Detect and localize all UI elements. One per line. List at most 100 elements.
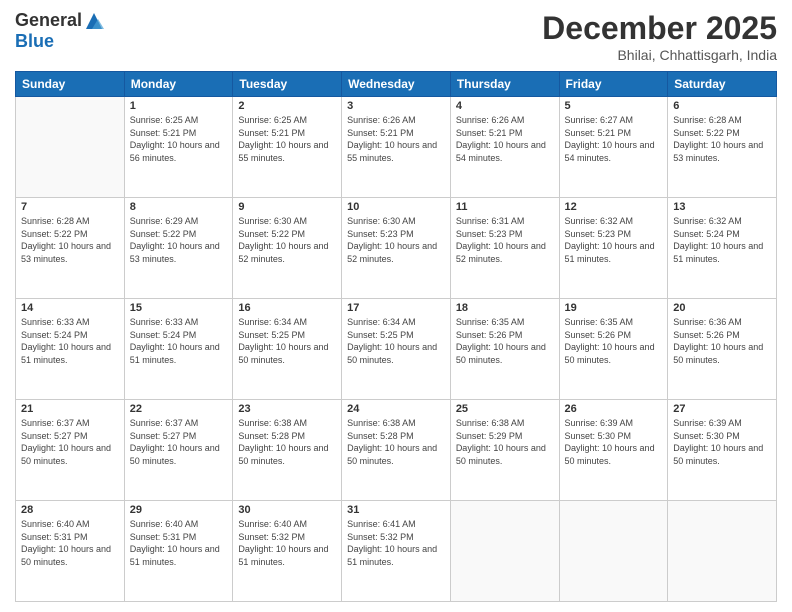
day-info: Sunrise: 6:34 AMSunset: 5:25 PMDaylight:…	[238, 316, 336, 366]
table-row: 17 Sunrise: 6:34 AMSunset: 5:25 PMDayligh…	[342, 299, 451, 400]
col-tuesday: Tuesday	[233, 72, 342, 97]
table-row: 31 Sunrise: 6:41 AMSunset: 5:32 PMDayligh…	[342, 501, 451, 602]
day-info: Sunrise: 6:28 AMSunset: 5:22 PMDaylight:…	[673, 114, 771, 164]
day-number: 20	[673, 302, 771, 314]
day-info: Sunrise: 6:39 AMSunset: 5:30 PMDaylight:…	[673, 417, 771, 467]
day-info: Sunrise: 6:25 AMSunset: 5:21 PMDaylight:…	[238, 114, 336, 164]
day-info: Sunrise: 6:37 AMSunset: 5:27 PMDaylight:…	[21, 417, 119, 467]
location: Bhilai, Chhattisgarh, India	[542, 47, 777, 63]
col-monday: Monday	[124, 72, 233, 97]
table-row: 7 Sunrise: 6:28 AMSunset: 5:22 PMDaylight…	[16, 198, 125, 299]
day-info: Sunrise: 6:35 AMSunset: 5:26 PMDaylight:…	[565, 316, 663, 366]
day-info: Sunrise: 6:33 AMSunset: 5:24 PMDaylight:…	[21, 316, 119, 366]
calendar-week-0: 1 Sunrise: 6:25 AMSunset: 5:21 PMDaylight…	[16, 97, 777, 198]
col-thursday: Thursday	[450, 72, 559, 97]
day-number: 21	[21, 403, 119, 415]
day-info: Sunrise: 6:25 AMSunset: 5:21 PMDaylight:…	[130, 114, 228, 164]
table-row: 11 Sunrise: 6:31 AMSunset: 5:23 PMDayligh…	[450, 198, 559, 299]
day-info: Sunrise: 6:41 AMSunset: 5:32 PMDaylight:…	[347, 518, 445, 568]
day-number: 16	[238, 302, 336, 314]
table-row: 3 Sunrise: 6:26 AMSunset: 5:21 PMDaylight…	[342, 97, 451, 198]
day-info: Sunrise: 6:40 AMSunset: 5:32 PMDaylight:…	[238, 518, 336, 568]
table-row: 15Sunrise: 6:33 AMSunset: 5:24 PMDayligh…	[124, 299, 233, 400]
day-info: Sunrise: 6:26 AMSunset: 5:21 PMDaylight:…	[456, 114, 554, 164]
day-number: 14	[21, 302, 119, 314]
day-info: Sunrise: 6:29 AMSunset: 5:22 PMDaylight:…	[130, 215, 228, 265]
day-info: Sunrise: 6:31 AMSunset: 5:23 PMDaylight:…	[456, 215, 554, 265]
calendar-header-row: Sunday Monday Tuesday Wednesday Thursday…	[16, 72, 777, 97]
calendar-table: Sunday Monday Tuesday Wednesday Thursday…	[15, 71, 777, 602]
day-number: 18	[456, 302, 554, 314]
table-row: 23Sunrise: 6:38 AMSunset: 5:28 PMDayligh…	[233, 400, 342, 501]
day-info: Sunrise: 6:38 AMSunset: 5:28 PMDaylight:…	[347, 417, 445, 467]
day-info: Sunrise: 6:36 AMSunset: 5:26 PMDaylight:…	[673, 316, 771, 366]
table-row: 26 Sunrise: 6:39 AMSunset: 5:30 PMDayligh…	[559, 400, 668, 501]
calendar-week-1: 7 Sunrise: 6:28 AMSunset: 5:22 PMDaylight…	[16, 198, 777, 299]
col-wednesday: Wednesday	[342, 72, 451, 97]
day-number: 3	[347, 100, 445, 112]
table-row: 29 Sunrise: 6:40 AMSunset: 5:31 PMDayligh…	[124, 501, 233, 602]
day-info: Sunrise: 6:27 AMSunset: 5:21 PMDaylight:…	[565, 114, 663, 164]
table-row: 27Sunrise: 6:39 AMSunset: 5:30 PMDayligh…	[668, 400, 777, 501]
table-row	[16, 97, 125, 198]
day-info: Sunrise: 6:30 AMSunset: 5:22 PMDaylight:…	[238, 215, 336, 265]
day-number: 17	[347, 302, 445, 314]
day-number: 19	[565, 302, 663, 314]
calendar-week-2: 14 Sunrise: 6:33 AMSunset: 5:24 PMDayligh…	[16, 299, 777, 400]
calendar-week-3: 21 Sunrise: 6:37 AMSunset: 5:27 PMDayligh…	[16, 400, 777, 501]
day-info: Sunrise: 6:40 AMSunset: 5:31 PMDaylight:…	[130, 518, 228, 568]
day-number: 12	[565, 201, 663, 213]
table-row: 5 Sunrise: 6:27 AMSunset: 5:21 PMDaylight…	[559, 97, 668, 198]
table-row: 13 Sunrise: 6:32 AMSunset: 5:24 PMDayligh…	[668, 198, 777, 299]
day-number: 5	[565, 100, 663, 112]
table-row: 18 Sunrise: 6:35 AMSunset: 5:26 PMDayligh…	[450, 299, 559, 400]
table-row: 9Sunrise: 6:30 AMSunset: 5:22 PMDaylight…	[233, 198, 342, 299]
table-row: 25 Sunrise: 6:38 AMSunset: 5:29 PMDayligh…	[450, 400, 559, 501]
table-row	[559, 501, 668, 602]
day-number: 1	[130, 100, 228, 112]
day-number: 7	[21, 201, 119, 213]
day-info: Sunrise: 6:38 AMSunset: 5:29 PMDaylight:…	[456, 417, 554, 467]
table-row: 12 Sunrise: 6:32 AMSunset: 5:23 PMDayligh…	[559, 198, 668, 299]
table-row: 10Sunrise: 6:30 AMSunset: 5:23 PMDayligh…	[342, 198, 451, 299]
day-number: 23	[238, 403, 336, 415]
day-number: 28	[21, 504, 119, 516]
table-row: 28Sunrise: 6:40 AMSunset: 5:31 PMDayligh…	[16, 501, 125, 602]
col-sunday: Sunday	[16, 72, 125, 97]
day-info: Sunrise: 6:32 AMSunset: 5:24 PMDaylight:…	[673, 215, 771, 265]
day-number: 25	[456, 403, 554, 415]
day-number: 8	[130, 201, 228, 213]
day-info: Sunrise: 6:32 AMSunset: 5:23 PMDaylight:…	[565, 215, 663, 265]
table-row: 22 Sunrise: 6:37 AMSunset: 5:27 PMDayligh…	[124, 400, 233, 501]
logo: General Blue	[15, 10, 104, 52]
header: General Blue December 2025 Bhilai, Chhat…	[15, 10, 777, 63]
table-row: 19 Sunrise: 6:35 AMSunset: 5:26 PMDayligh…	[559, 299, 668, 400]
logo-blue-text: Blue	[15, 31, 54, 51]
day-number: 13	[673, 201, 771, 213]
col-saturday: Saturday	[668, 72, 777, 97]
day-info: Sunrise: 6:28 AMSunset: 5:22 PMDaylight:…	[21, 215, 119, 265]
day-number: 24	[347, 403, 445, 415]
day-number: 31	[347, 504, 445, 516]
day-number: 4	[456, 100, 554, 112]
day-info: Sunrise: 6:34 AMSunset: 5:25 PMDaylight:…	[347, 316, 445, 366]
day-number: 6	[673, 100, 771, 112]
day-number: 29	[130, 504, 228, 516]
table-row: 4 Sunrise: 6:26 AMSunset: 5:21 PMDaylight…	[450, 97, 559, 198]
table-row: 16 Sunrise: 6:34 AMSunset: 5:25 PMDayligh…	[233, 299, 342, 400]
table-row: 1 Sunrise: 6:25 AMSunset: 5:21 PMDaylight…	[124, 97, 233, 198]
page: General Blue December 2025 Bhilai, Chhat…	[0, 0, 792, 612]
day-info: Sunrise: 6:37 AMSunset: 5:27 PMDaylight:…	[130, 417, 228, 467]
table-row	[450, 501, 559, 602]
title-section: December 2025 Bhilai, Chhattisgarh, Indi…	[542, 10, 777, 63]
day-info: Sunrise: 6:35 AMSunset: 5:26 PMDaylight:…	[456, 316, 554, 366]
table-row: 8 Sunrise: 6:29 AMSunset: 5:22 PMDaylight…	[124, 198, 233, 299]
day-number: 11	[456, 201, 554, 213]
day-number: 26	[565, 403, 663, 415]
day-info: Sunrise: 6:26 AMSunset: 5:21 PMDaylight:…	[347, 114, 445, 164]
day-info: Sunrise: 6:33 AMSunset: 5:24 PMDaylight:…	[130, 316, 228, 366]
day-number: 22	[130, 403, 228, 415]
day-info: Sunrise: 6:39 AMSunset: 5:30 PMDaylight:…	[565, 417, 663, 467]
calendar-week-4: 28 Sunrise: 6:40 AMSunset: 5:31 PMDayligh…	[16, 501, 777, 602]
col-friday: Friday	[559, 72, 668, 97]
